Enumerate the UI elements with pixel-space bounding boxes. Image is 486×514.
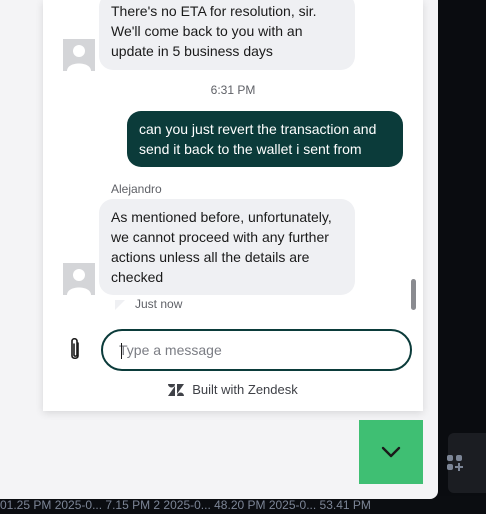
message-timestamp: 6:31 PM: [210, 83, 256, 97]
agent-avatar-icon: [63, 39, 95, 71]
attach-file-button[interactable]: [63, 336, 87, 364]
message-status-text: Just now: [135, 297, 183, 311]
paperclip-icon: [71, 337, 79, 360]
agent-name: Alejandro: [111, 182, 162, 196]
message-list[interactable]: There's no ETA for resolution, sir. We'l…: [43, 0, 423, 318]
footer-brand-text: Built with Zendesk: [192, 382, 298, 397]
agent-avatar-icon: [63, 263, 95, 295]
message-status: Just now: [115, 296, 182, 312]
outgoing-message: can you just revert the transaction and …: [127, 111, 403, 167]
chevron-down-icon: [381, 446, 401, 458]
zendesk-logo-icon: [168, 383, 185, 396]
chat-panel: There's no ETA for resolution, sir. We'l…: [43, 0, 423, 411]
text-caret: [121, 343, 122, 359]
grid-apps-icon[interactable]: [446, 454, 464, 472]
right-background-strip: [438, 0, 486, 514]
incoming-message: As mentioned before, unfortunately, we c…: [99, 199, 355, 295]
minimize-chat-button[interactable]: [359, 420, 423, 484]
message-pointer-icon: [115, 299, 125, 310]
incoming-message: There's no ETA for resolution, sir. We'l…: [99, 0, 355, 70]
powered-by-footer[interactable]: Built with Zendesk: [43, 382, 423, 397]
scrollbar-thumb[interactable]: [411, 279, 416, 310]
message-input[interactable]: [119, 342, 389, 358]
message-input-field[interactable]: [101, 329, 412, 371]
chat-widget-shell: There's no ETA for resolution, sir. We'l…: [0, 0, 438, 499]
